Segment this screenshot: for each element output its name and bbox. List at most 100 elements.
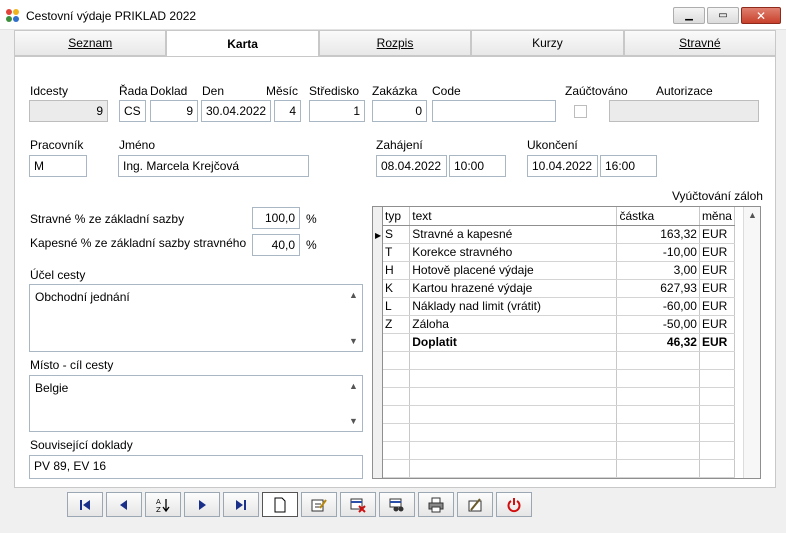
- power-icon: [507, 497, 521, 512]
- ucel-label: Účel cesty: [30, 268, 86, 282]
- col-castka[interactable]: částka: [616, 207, 700, 226]
- new-record-button[interactable]: [262, 492, 298, 517]
- ukonceni-date-field[interactable]: 10.04.2022: [527, 155, 598, 177]
- ucel-scrollbar[interactable]: ▲ ▼: [345, 286, 361, 350]
- svg-text:Z: Z: [156, 506, 161, 513]
- app-icon: [6, 9, 20, 23]
- scroll-down-icon[interactable]: ▼: [349, 416, 358, 426]
- window-title: Cestovní výdaje PRIKLAD 2022: [26, 9, 197, 23]
- sort-az-icon: AZ: [156, 498, 170, 513]
- print-icon: [428, 497, 444, 512]
- empty-row: [383, 387, 736, 406]
- find-button[interactable]: [379, 492, 415, 517]
- rada-label: Řada: [119, 84, 148, 98]
- edit-record-button[interactable]: [301, 492, 337, 517]
- ucel-text: Obchodní jednání: [35, 290, 130, 304]
- delete-record-button[interactable]: [340, 492, 376, 517]
- jmeno-field[interactable]: Ing. Marcela Krejčová: [118, 155, 309, 177]
- ucel-memo[interactable]: Obchodní jednání ▲ ▼: [29, 284, 363, 352]
- tools-button[interactable]: [457, 492, 493, 517]
- next-record-button[interactable]: [184, 492, 220, 517]
- stravne-pct-unit: %: [306, 212, 317, 226]
- tools-icon: [468, 497, 482, 511]
- col-typ[interactable]: typ: [383, 207, 411, 226]
- col-mena[interactable]: měna: [699, 207, 736, 226]
- maximize-button[interactable]: ▭: [707, 7, 739, 24]
- scroll-down-icon[interactable]: ▼: [349, 336, 358, 346]
- table-row[interactable]: H Hotově placené výdaje 3,00 EUR: [383, 261, 736, 280]
- print-button[interactable]: [418, 492, 454, 517]
- mesic-field[interactable]: 4: [274, 100, 301, 122]
- vyuctovani-label: Vyúčtování záloh: [672, 189, 763, 203]
- zauctovano-checkbox[interactable]: [574, 105, 587, 118]
- tab-seznam[interactable]: Seznam: [14, 30, 167, 56]
- jmeno-label: Jméno: [119, 138, 156, 152]
- title-bar: Cestovní výdaje PRIKLAD 2022 ▁ ▭ ✕: [0, 0, 786, 30]
- tab-karta[interactable]: Karta: [166, 30, 319, 57]
- den-field[interactable]: 30.04.2022: [201, 100, 271, 122]
- sort-button[interactable]: AZ: [145, 492, 181, 517]
- scroll-up-icon[interactable]: ▲: [349, 381, 358, 391]
- zakazka-label: Zakázka: [372, 84, 418, 98]
- zahajeni-date-field[interactable]: 08.04.2022: [376, 155, 447, 177]
- close-button[interactable]: ✕: [741, 7, 781, 24]
- kapesne-pct-unit: %: [306, 238, 317, 252]
- table-row[interactable]: Z Záloha -50,00 EUR: [383, 315, 736, 334]
- empty-row: [383, 423, 736, 442]
- misto-text: Belgie: [35, 381, 69, 395]
- rada-field[interactable]: CS: [119, 100, 146, 122]
- misto-memo[interactable]: Belgie ▲ ▼: [29, 375, 363, 432]
- ukonceni-label: Ukončení: [527, 138, 578, 152]
- minimize-icon: ▁: [685, 10, 693, 21]
- prev-record-button[interactable]: [106, 492, 142, 517]
- idcesty-field[interactable]: 9: [29, 100, 108, 122]
- code-label: Code: [432, 84, 461, 98]
- zahajeni-time-field[interactable]: 10:00: [449, 155, 506, 177]
- first-record-button[interactable]: [67, 492, 103, 517]
- code-field[interactable]: [432, 100, 556, 122]
- vyuctovani-grid[interactable]: ▶ typ text částka měna S Stravné a kapesn…: [372, 206, 761, 479]
- kapesne-pct-field[interactable]: 40,0: [252, 234, 300, 256]
- table-row[interactable]: L Náklady nad limit (vrátit) -60,00 EUR: [383, 297, 736, 316]
- mesic-label: Měsíc: [266, 84, 299, 98]
- grid-scrollbar[interactable]: ▲: [743, 207, 760, 478]
- misto-scrollbar[interactable]: ▲ ▼: [345, 377, 361, 430]
- table-row[interactable]: T Korekce stravného -10,00 EUR: [383, 243, 736, 262]
- maximize-icon: ▭: [718, 10, 728, 21]
- ukonceni-time-field[interactable]: 16:00: [600, 155, 657, 177]
- new-record-icon: [274, 497, 286, 512]
- stredisko-label: Středisko: [309, 84, 360, 98]
- empty-row: [383, 405, 736, 424]
- first-record-icon: [80, 499, 90, 510]
- stravne-pct-field[interactable]: 100,0: [252, 207, 300, 229]
- table-row[interactable]: K Kartou hrazené výdaje 627,93 EUR: [383, 279, 736, 298]
- stravne-pct-label: Stravné % ze základní sazby: [30, 212, 185, 226]
- total-row[interactable]: Doplatit 46,32 EUR: [383, 333, 736, 352]
- zahajeni-label: Zahájení: [376, 138, 423, 152]
- last-record-button[interactable]: [223, 492, 259, 517]
- table-row[interactable]: S Stravné a kapesné 163,32 EUR: [383, 225, 736, 244]
- find-icon: [389, 498, 404, 511]
- zauctovano-label: Zaúčtováno: [565, 84, 628, 98]
- tab-bar: Seznam Karta Rozpis Kurzy Stravné: [14, 30, 777, 57]
- col-text[interactable]: text: [409, 207, 618, 226]
- stredisko-field[interactable]: 1: [309, 100, 365, 122]
- pracovnik-label: Pracovník: [30, 138, 84, 152]
- scroll-up-icon[interactable]: ▲: [748, 210, 757, 220]
- tab-rozpis[interactable]: Rozpis: [318, 30, 472, 56]
- autorizace-label: Autorizace: [656, 84, 713, 98]
- row-indicator-column: ▶: [373, 207, 383, 478]
- doklad-field[interactable]: 9: [150, 100, 198, 122]
- tab-stravne[interactable]: Stravné: [623, 30, 777, 56]
- kapesne-pct-label: Kapesné % ze základní sazby stravného: [30, 236, 247, 250]
- last-record-icon: [236, 499, 246, 510]
- souvisejici-field[interactable]: PV 89, EV 16: [29, 455, 363, 479]
- scroll-up-icon[interactable]: ▲: [349, 290, 358, 300]
- minimize-button[interactable]: ▁: [673, 7, 705, 24]
- next-record-icon: [199, 499, 206, 510]
- close-form-button[interactable]: [496, 492, 532, 517]
- pracovnik-field[interactable]: M: [29, 155, 87, 177]
- autorizace-field[interactable]: [609, 100, 759, 122]
- zakazka-field[interactable]: 0: [372, 100, 427, 122]
- tab-kurzy[interactable]: Kurzy: [471, 30, 624, 56]
